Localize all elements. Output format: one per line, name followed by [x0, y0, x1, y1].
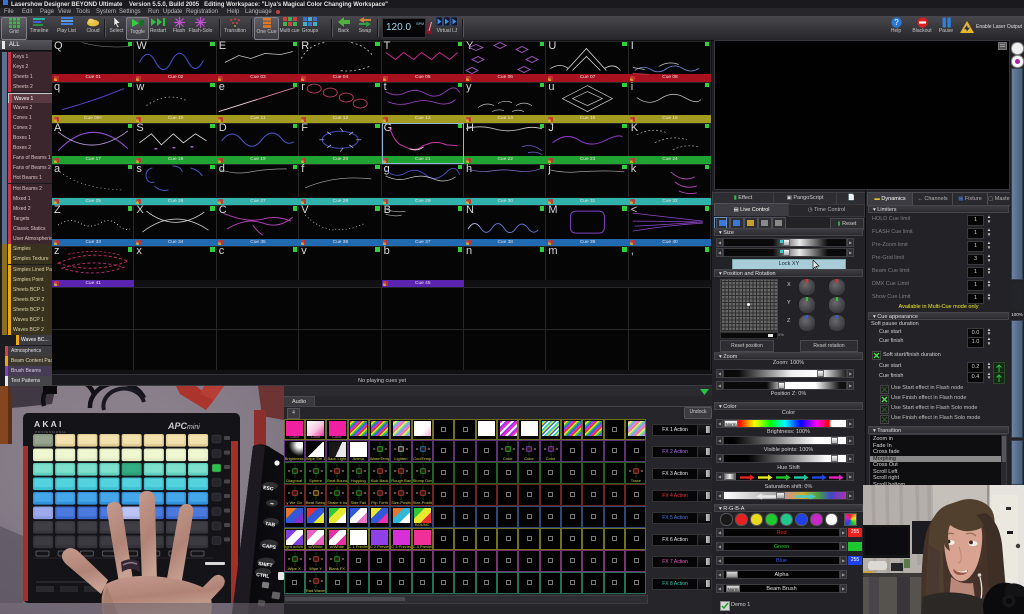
svg-text:PROFESSIONAL: PROFESSIONAL: [35, 430, 67, 434]
svg-text:AKAI: AKAI: [34, 419, 64, 429]
svg-text:?: ?: [894, 18, 899, 27]
